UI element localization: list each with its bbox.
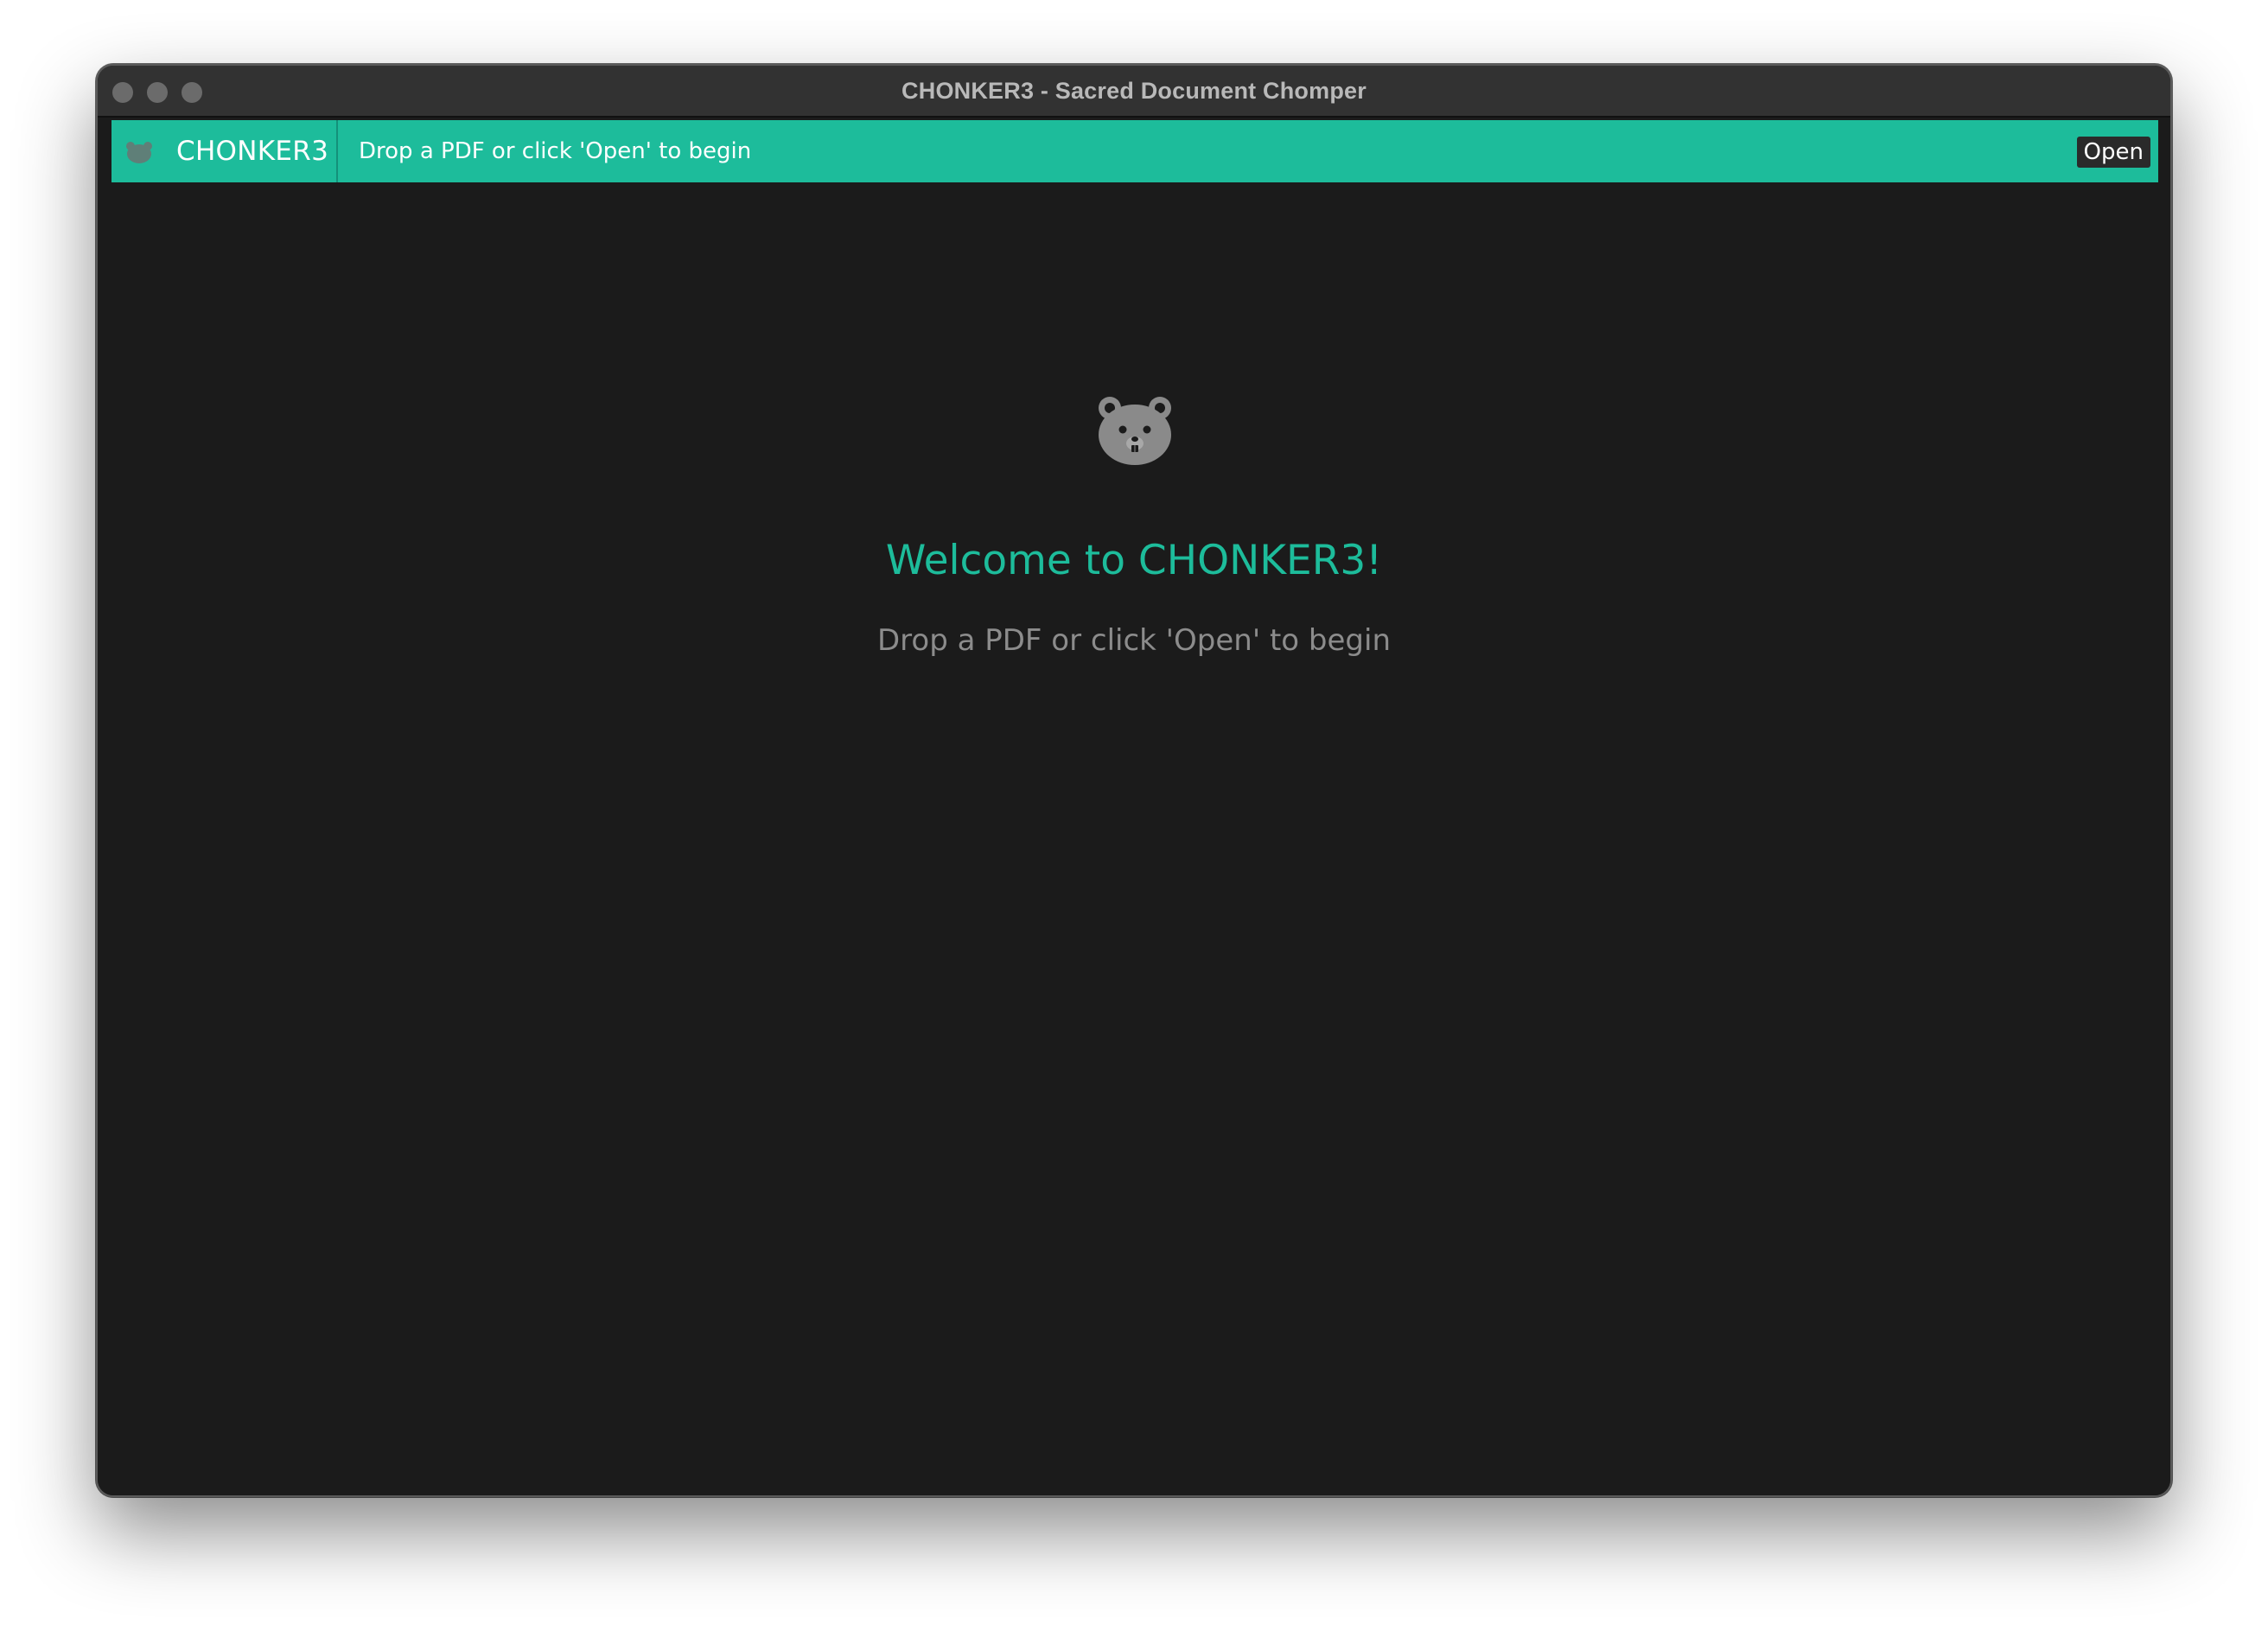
- hamster-icon: [1097, 395, 1173, 466]
- welcome-subtitle: Drop a PDF or click 'Open' to begin: [877, 623, 1391, 658]
- toolbar: CHONKER3 Drop a PDF or click 'Open' to b…: [111, 120, 2158, 182]
- open-button[interactable]: Open: [2076, 137, 2150, 168]
- drop-zone[interactable]: Welcome to CHONKER3! Drop a PDF or click…: [98, 184, 2170, 1495]
- status-text: Drop a PDF or click 'Open' to begin: [359, 138, 752, 164]
- welcome-title: Welcome to CHONKER3!: [885, 537, 1383, 584]
- brand: CHONKER3: [111, 120, 338, 182]
- hamster-icon: [125, 141, 153, 163]
- app-name: CHONKER3: [176, 136, 329, 167]
- app-window: CHONKER3 - Sacred Document Chomper CHONK…: [96, 64, 2172, 1497]
- window-title: CHONKER3 - Sacred Document Chomper: [901, 78, 1367, 104]
- title-bar[interactable]: CHONKER3 - Sacred Document Chomper: [98, 66, 2170, 118]
